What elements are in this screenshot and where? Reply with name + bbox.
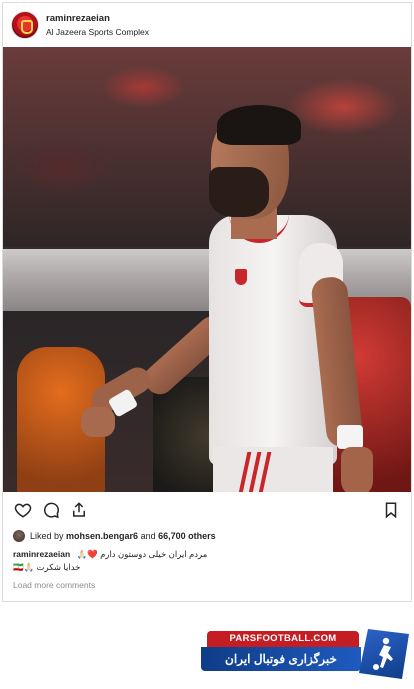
watermark-site: PARSFOOTBALL.COM — [207, 631, 359, 647]
player-right-hand — [341, 447, 373, 492]
post-location[interactable]: Al Jazeera Sports Complex — [46, 26, 149, 38]
player-hair — [217, 105, 301, 145]
share-arrow-icon[interactable] — [69, 500, 89, 520]
watermark-tagline: خبرگزاری فوتبال ایران — [201, 647, 361, 671]
player-shorts — [213, 447, 333, 492]
likes-and: and — [140, 531, 156, 541]
instagram-post: raminrezaeian Al Jazeera Sports Complex — [2, 2, 412, 602]
player-left-fist — [81, 407, 115, 437]
football-player-icon — [359, 629, 409, 679]
post-user-meta: raminrezaeian Al Jazeera Sports Complex — [46, 13, 149, 38]
likes-others-link[interactable]: 66,700 others — [158, 531, 216, 541]
caption-line-1: مردم ایران خیلی دوستون دارم ❤️🙏🏻 — [76, 549, 208, 559]
bookmark-icon[interactable] — [381, 500, 401, 520]
player-beard — [209, 167, 269, 217]
liker-avatar[interactable] — [13, 530, 25, 542]
post-header: raminrezaeian Al Jazeera Sports Complex — [3, 3, 411, 47]
caption-line-2: خدایا شکرت 🙏🏻🇮🇷 — [13, 562, 81, 572]
profile-avatar[interactable] — [11, 11, 39, 39]
post-photo[interactable] — [3, 47, 411, 492]
post-caption: raminrezaeian مردم ایران خیلی دوستون دار… — [3, 544, 411, 574]
player-jersey-badge — [235, 269, 247, 285]
photo-background-stands — [3, 47, 411, 247]
player-right-wristband — [337, 425, 363, 449]
likes-prefix: Liked by — [30, 531, 64, 541]
heart-outline-icon[interactable] — [13, 500, 33, 520]
likes-summary: Liked by mohsen.bengar6 and 66,700 other… — [3, 528, 411, 544]
post-actions-bar — [3, 492, 411, 528]
parsfootball-watermark: PARSFOOTBALL.COM خبرگزاری فوتبال ایران — [201, 629, 409, 681]
speech-bubble-icon[interactable] — [41, 500, 61, 520]
caption-username[interactable]: raminrezaeian — [13, 549, 70, 559]
first-liker-link[interactable]: mohsen.bengar6 — [66, 531, 138, 541]
load-more-comments-link[interactable]: Load more comments — [3, 574, 411, 590]
post-username[interactable]: raminrezaeian — [46, 13, 149, 25]
